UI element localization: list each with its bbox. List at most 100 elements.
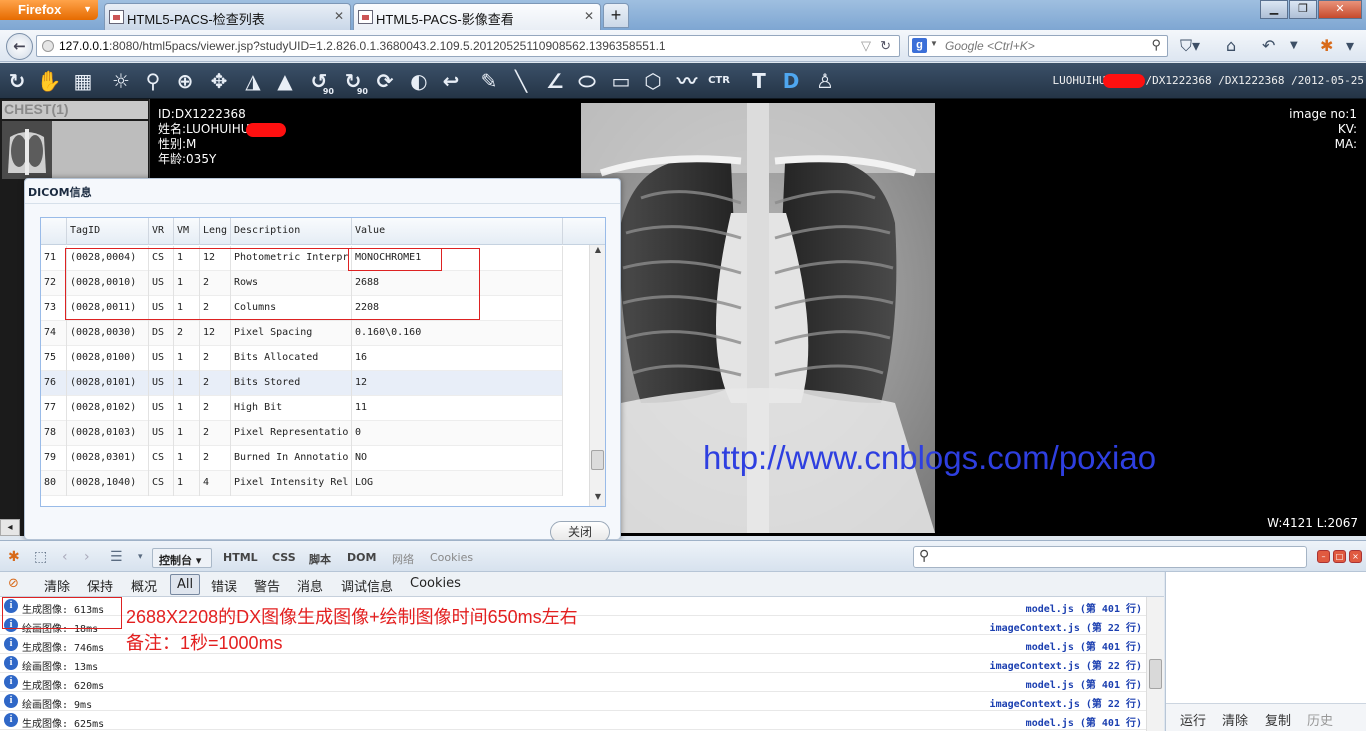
- table-row[interactable]: 75 (0028,0100) US 1 2 Bits Allocated 16: [41, 346, 563, 371]
- firebug-search-input[interactable]: [913, 546, 1307, 568]
- chevron-down-icon[interactable]: ▼: [930, 39, 938, 48]
- column-header-vr[interactable]: VR: [149, 218, 174, 245]
- move-icon[interactable]: ✥: [204, 66, 234, 96]
- tab-console[interactable]: 控制台 ▾: [152, 548, 212, 568]
- flip-horizontal-icon[interactable]: ◮: [238, 66, 268, 96]
- command-line-icon[interactable]: ☰: [110, 549, 123, 565]
- invert-icon[interactable]: ◐: [404, 66, 434, 96]
- forward-arrow-icon[interactable]: ›: [84, 549, 90, 565]
- firebug-icon[interactable]: ✱: [8, 549, 20, 565]
- search-input[interactable]: g ▼ Google <Ctrl+K> ⚲: [908, 35, 1168, 57]
- table-row[interactable]: 71 (0028,0004) CS 1 12 Photometric Interpr MON…: [41, 246, 563, 271]
- tab-exam-list[interactable]: HTML5-PACS-检查列表 ✕: [104, 3, 351, 30]
- magnifier-icon[interactable]: ⚲: [138, 66, 168, 96]
- tab-script[interactable]: 脚本: [309, 551, 331, 567]
- filter-errors[interactable]: 错误: [211, 576, 237, 595]
- ruler-icon[interactable]: ╲: [506, 66, 536, 96]
- console-scrollbar[interactable]: [1146, 597, 1164, 731]
- column-header-tagid[interactable]: TagID: [67, 218, 149, 245]
- table-row[interactable]: 77 (0028,0102) US 1 2 High Bit 11: [41, 396, 563, 421]
- run-button[interactable]: 运行: [1180, 710, 1206, 729]
- tab-image-viewer[interactable]: HTML5-PACS-影像查看 ✕: [353, 3, 601, 30]
- rectangle-icon[interactable]: ▭: [606, 66, 636, 96]
- filter-warnings[interactable]: 警告: [254, 576, 280, 595]
- rotate-left-90-icon[interactable]: ↺ 90: [304, 66, 334, 96]
- clear-button[interactable]: 清除: [1222, 710, 1248, 729]
- column-header-description[interactable]: Description: [231, 218, 352, 245]
- detach-icon[interactable]: □: [1333, 550, 1346, 563]
- log-source-link[interactable]: model.js (第 401 行): [1026, 714, 1142, 729]
- layout-grid-icon[interactable]: ▦: [68, 66, 98, 96]
- command-editor-panel[interactable]: 运行 清除 复制 历史: [1165, 572, 1366, 731]
- scroll-thumb[interactable]: [591, 450, 604, 470]
- tab-network[interactable]: 网络: [392, 551, 414, 567]
- tab-css[interactable]: CSS: [272, 551, 296, 564]
- log-entry[interactable]: i 生成图像: 625ms model.js (第 401 行): [0, 711, 1146, 730]
- back-button[interactable]: ←: [6, 33, 33, 60]
- maximize-button[interactable]: ❐: [1289, 0, 1317, 19]
- rotate-right-90-icon[interactable]: ↻ 90: [338, 66, 368, 96]
- site-identity-icon[interactable]: [42, 40, 54, 52]
- undo-icon[interactable]: ↶: [1262, 36, 1275, 55]
- log-source-link[interactable]: model.js (第 401 行): [1026, 638, 1142, 653]
- chevron-down-icon[interactable]: ▼: [1290, 40, 1298, 51]
- figure-icon[interactable]: ♙: [810, 66, 840, 96]
- log-source-link[interactable]: imageContext.js (第 22 行): [990, 619, 1142, 634]
- log-entry[interactable]: i 绘画图像: 9ms imageContext.js (第 22 行): [0, 692, 1146, 711]
- filter-cookies[interactable]: Cookies: [410, 576, 461, 591]
- table-row[interactable]: 74 (0028,0030) DS 2 12 Pixel Spacing 0.160\0.1…: [41, 321, 563, 346]
- pixel-probe-icon[interactable]: ✎: [474, 66, 504, 96]
- zoom-in-icon[interactable]: ⊕: [170, 66, 200, 96]
- google-engine-icon[interactable]: g: [912, 38, 927, 53]
- table-row[interactable]: 80 (0028,1040) CS 1 4 Pixel Intensity Rel LOG: [41, 471, 563, 496]
- log-entry[interactable]: i 绘画图像: 13ms imageContext.js (第 22 行): [0, 654, 1146, 673]
- inspect-icon[interactable]: ⬚: [34, 549, 47, 565]
- filter-clear[interactable]: 清除: [44, 576, 70, 595]
- window-level-icon[interactable]: ☼: [106, 66, 136, 96]
- ctr-icon[interactable]: CTR: [704, 66, 734, 96]
- search-icon[interactable]: ⚲: [1151, 37, 1161, 53]
- column-header-value[interactable]: Value: [352, 218, 563, 245]
- log-source-link[interactable]: model.js (第 401 行): [1026, 600, 1142, 615]
- angle-icon[interactable]: ∠: [540, 66, 570, 96]
- log-source-link[interactable]: imageContext.js (第 22 行): [990, 695, 1142, 710]
- reload-icon[interactable]: ↻: [880, 38, 891, 54]
- scroll-up-arrow-icon[interactable]: ▲: [590, 245, 605, 259]
- filter-profile[interactable]: 概况: [131, 576, 157, 595]
- url-bar[interactable]: 127.0.0.1:8080/html5pacs/viewer.jsp?stud…: [36, 35, 900, 57]
- filter-info[interactable]: 消息: [297, 576, 323, 595]
- column-header-length[interactable]: Leng: [200, 218, 231, 245]
- dicom-info-icon[interactable]: D: [776, 66, 806, 96]
- reset-icon[interactable]: ↻: [2, 66, 32, 96]
- minimize-icon[interactable]: –: [1317, 550, 1330, 563]
- chevron-down-icon[interactable]: ▾: [1346, 36, 1354, 55]
- scroll-thumb[interactable]: [1149, 659, 1162, 689]
- table-row[interactable]: 73 (0028,0011) US 1 2 Columns 2208: [41, 296, 563, 321]
- filter-all[interactable]: All: [170, 574, 200, 595]
- home-icon[interactable]: ⌂: [1226, 36, 1236, 55]
- flip-vertical-icon[interactable]: ▲: [270, 66, 300, 96]
- tab-dom[interactable]: DOM: [347, 551, 376, 564]
- grid-scrollbar[interactable]: ▲ ▼: [589, 245, 605, 506]
- scroll-down-arrow-icon[interactable]: ▼: [590, 492, 605, 506]
- column-header-vm[interactable]: VM: [174, 218, 200, 245]
- new-tab-button[interactable]: +: [603, 3, 629, 28]
- log-source-link[interactable]: imageContext.js (第 22 行): [990, 657, 1142, 672]
- polygon-icon[interactable]: ⬡: [638, 66, 668, 96]
- table-row[interactable]: 72 (0028,0010) US 1 2 Rows 2688: [41, 271, 563, 296]
- window-close-button[interactable]: ✕: [1318, 0, 1362, 19]
- freehand-icon[interactable]: 〰: [672, 66, 702, 96]
- tab-html[interactable]: HTML: [223, 551, 258, 564]
- firebug-icon[interactable]: ✱: [1320, 36, 1333, 55]
- close-icon[interactable]: ✕: [584, 9, 594, 23]
- table-row[interactable]: 78 (0028,0103) US 1 2 Pixel Representatio 0: [41, 421, 563, 446]
- log-source-link[interactable]: model.js (第 401 行): [1026, 676, 1142, 691]
- ellipse-icon[interactable]: ⬭: [572, 66, 602, 96]
- dropdown-arrow-icon[interactable]: ▽: [861, 38, 871, 54]
- series-thumbnail[interactable]: [2, 121, 52, 179]
- pan-hand-icon[interactable]: ✋: [34, 66, 64, 96]
- close-icon[interactable]: ×: [1349, 550, 1362, 563]
- back-arrow-icon[interactable]: ‹: [62, 549, 68, 565]
- cine-icon[interactable]: ⟳: [370, 66, 400, 96]
- history-button[interactable]: 历史: [1307, 710, 1333, 729]
